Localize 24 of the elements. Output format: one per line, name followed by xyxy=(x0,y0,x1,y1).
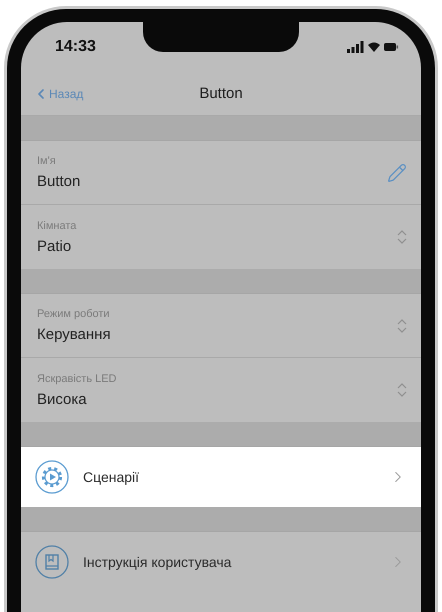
menu-row[interactable]: Сценарії xyxy=(21,447,421,507)
book-icon xyxy=(35,545,69,579)
up-down-chevron-icon xyxy=(397,229,407,245)
field-label: Ім'я xyxy=(37,155,57,167)
field-value: Керування xyxy=(37,326,111,343)
settings-row[interactable]: Кімната Patio xyxy=(21,205,421,269)
settings-row[interactable]: Ім'я Button xyxy=(21,141,421,205)
menu-label: Інструкція користувача xyxy=(83,554,232,570)
field-value: Patio xyxy=(37,238,72,254)
settings-row[interactable]: Режим роботи Керування xyxy=(21,294,421,358)
gear-play-icon xyxy=(35,460,69,494)
up-down-chevron-icon xyxy=(397,318,407,334)
field-value: Висока xyxy=(37,390,88,408)
edit-icon[interactable] xyxy=(387,162,407,182)
settings-row[interactable]: Яскравість LED Висока xyxy=(21,358,421,422)
field-value: Button xyxy=(37,173,80,190)
field-label: Яскравість LED xyxy=(37,372,117,384)
status-time: 14:33 xyxy=(55,38,96,56)
field-label: Кімната xyxy=(37,220,76,232)
screen-title: Button xyxy=(199,85,243,102)
up-down-chevron-icon xyxy=(397,382,407,398)
menu-label: Сценарії xyxy=(83,469,140,485)
field-label: Режим роботи xyxy=(37,308,111,320)
status-icons xyxy=(347,41,399,53)
